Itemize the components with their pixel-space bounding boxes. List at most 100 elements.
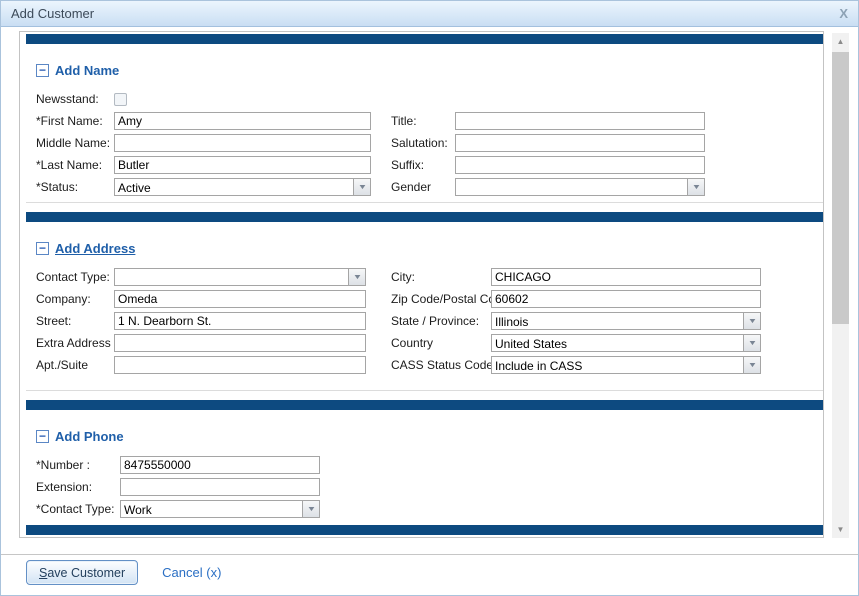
phone-number-input[interactable]	[120, 456, 320, 474]
phone-contact-type-label: *Contact Type:	[36, 502, 120, 516]
contact-type-row: Contact Type: ▼ City:	[36, 268, 823, 286]
scrollbar-thumb[interactable]	[832, 52, 849, 324]
extension-row: Extension:	[36, 478, 823, 496]
chevron-down-icon[interactable]: ▼	[687, 179, 704, 195]
city-label: City:	[391, 270, 491, 284]
contact-type-dropdown[interactable]: ▼	[114, 268, 366, 286]
status-label: *Status:	[36, 180, 114, 194]
first-name-input[interactable]	[114, 112, 371, 130]
phone-contact-type-dropdown[interactable]: Work ▼	[120, 500, 320, 518]
form-scroll-panel: − Add Name Newsstand: *First Name: Title…	[19, 31, 824, 538]
phone-number-row: *Number :	[36, 456, 823, 474]
apt-suite-label: Apt./Suite	[36, 358, 114, 372]
country-label: Country	[391, 336, 491, 350]
state-province-dropdown-value: Illinois	[492, 313, 743, 329]
collapse-minus-icon[interactable]: −	[36, 430, 49, 443]
status-dropdown[interactable]: Active ▼	[114, 178, 371, 196]
street-input[interactable]	[114, 312, 366, 330]
cass-status-label: CASS Status Code	[391, 358, 491, 372]
newsstand-label: Newsstand:	[36, 92, 114, 106]
middle-name-row: Middle Name: Salutation:	[36, 134, 823, 152]
street-label: Street:	[36, 314, 114, 328]
chevron-down-icon[interactable]: ▼	[348, 269, 365, 285]
dialog-title: Add Customer	[11, 6, 94, 21]
zip-code-label: Zip Code/Postal Code:	[391, 292, 491, 306]
gender-dropdown[interactable]: ▼	[455, 178, 705, 196]
company-label: Company:	[36, 292, 114, 306]
country-dropdown[interactable]: United States ▼	[491, 334, 761, 352]
section-divider-bar	[26, 400, 823, 410]
extension-label: Extension:	[36, 480, 120, 494]
add-address-header: − Add Address	[36, 240, 823, 256]
chevron-down-icon[interactable]: ▼	[353, 179, 370, 195]
cass-status-dropdown-value: Include in CASS	[492, 357, 743, 373]
section-divider-bar	[26, 212, 823, 222]
close-icon[interactable]: X	[839, 7, 848, 20]
dialog-titlebar: Add Customer X	[1, 1, 858, 27]
chevron-down-icon[interactable]: ▼	[743, 357, 760, 373]
phone-contact-type-dropdown-value: Work	[121, 501, 302, 517]
scroll-up-icon[interactable]: ▲	[832, 33, 849, 50]
gender-label: Gender	[391, 180, 455, 194]
middle-name-label: Middle Name:	[36, 136, 114, 150]
phone-contact-type-row: *Contact Type: Work ▼	[36, 500, 823, 518]
first-name-row: *First Name: Title:	[36, 112, 823, 130]
last-name-label: *Last Name:	[36, 158, 114, 172]
chevron-down-icon[interactable]: ▼	[743, 313, 760, 329]
add-name-section: − Add Name Newsstand: *First Name: Title…	[26, 62, 823, 203]
add-phone-title: Add Phone	[55, 429, 124, 444]
gender-dropdown-value	[456, 179, 687, 195]
cancel-link[interactable]: Cancel (x)	[162, 565, 221, 580]
last-name-input[interactable]	[114, 156, 371, 174]
apt-suite-input[interactable]	[114, 356, 366, 374]
street-row: Street: State / Province: Illinois ▼	[36, 312, 823, 330]
section-divider-bar	[26, 525, 823, 535]
vertical-scrollbar[interactable]: ▲ ▼	[832, 33, 849, 538]
last-name-row: *Last Name: Suffix:	[36, 156, 823, 174]
dialog-footer: Save Customer Cancel (x)	[26, 560, 221, 585]
newsstand-row: Newsstand:	[36, 90, 823, 108]
suffix-label: Suffix:	[391, 158, 455, 172]
zip-code-input[interactable]	[491, 290, 761, 308]
chevron-down-icon[interactable]: ▼	[302, 501, 319, 517]
state-province-label: State / Province:	[391, 314, 491, 328]
salutation-label: Salutation:	[391, 136, 455, 150]
title-label: Title:	[391, 114, 455, 128]
state-province-dropdown[interactable]: Illinois ▼	[491, 312, 761, 330]
extension-input[interactable]	[120, 478, 320, 496]
collapse-minus-icon[interactable]: −	[36, 64, 49, 77]
chevron-down-icon[interactable]: ▼	[743, 335, 760, 351]
contact-type-dropdown-value	[115, 269, 348, 285]
scroll-down-icon[interactable]: ▼	[832, 521, 849, 538]
status-dropdown-value: Active	[115, 179, 353, 195]
city-input[interactable]	[491, 268, 761, 286]
add-name-title: Add Name	[55, 63, 119, 78]
extra-address-input[interactable]	[114, 334, 366, 352]
contact-type-label: Contact Type:	[36, 270, 114, 284]
add-customer-dialog: Add Customer X − Add Name Newsstand: *Fi…	[0, 0, 859, 596]
cass-status-dropdown[interactable]: Include in CASS ▼	[491, 356, 761, 374]
suffix-input[interactable]	[455, 156, 705, 174]
newsstand-checkbox[interactable]	[114, 93, 127, 106]
add-phone-header: − Add Phone	[36, 428, 823, 444]
apt-suite-row: Apt./Suite CASS Status Code Include in C…	[36, 356, 823, 374]
add-address-section: − Add Address Contact Type: ▼ City: Comp…	[26, 240, 823, 391]
company-input[interactable]	[114, 290, 366, 308]
save-customer-button[interactable]: Save Customer	[26, 560, 138, 585]
extra-address-row: Extra Address Country United States ▼	[36, 334, 823, 352]
country-dropdown-value: United States	[492, 335, 743, 351]
add-address-title[interactable]: Add Address	[55, 241, 135, 256]
middle-name-input[interactable]	[114, 134, 371, 152]
company-row: Company: Zip Code/Postal Code:	[36, 290, 823, 308]
extra-address-label: Extra Address	[36, 336, 114, 350]
save-customer-label: Save Customer	[39, 566, 125, 580]
collapse-minus-icon[interactable]: −	[36, 242, 49, 255]
first-name-label: *First Name:	[36, 114, 114, 128]
section-divider-bar	[26, 34, 823, 44]
title-input[interactable]	[455, 112, 705, 130]
footer-divider	[1, 554, 858, 555]
salutation-input[interactable]	[455, 134, 705, 152]
status-row: *Status: Active ▼ Gender ▼	[36, 178, 823, 196]
add-name-header: − Add Name	[36, 62, 823, 78]
add-phone-section: − Add Phone *Number : Extension: *Contac…	[26, 428, 823, 524]
